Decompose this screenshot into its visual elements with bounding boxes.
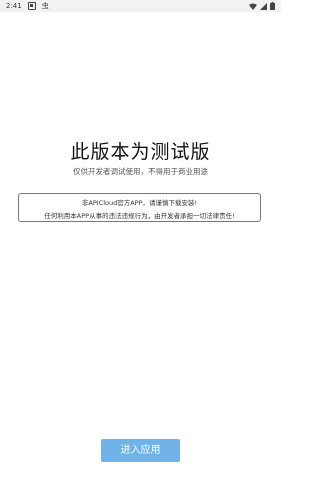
- battery-icon: [270, 2, 275, 10]
- page-title: 此版本为测试版: [70, 141, 211, 163]
- status-right: [249, 0, 275, 12]
- status-time: 2:41: [6, 2, 22, 10]
- signal-icon: [260, 2, 267, 10]
- page-subtitle: 仅供开发者调试使用，不得用于商业用途: [73, 167, 208, 176]
- notification-icon: [27, 2, 36, 10]
- app-notification-icon: 虫: [41, 2, 49, 10]
- wifi-icon: [249, 3, 257, 10]
- notice-box: 非APICloud官方APP，请谨慎下载安装! 任何利用本APP从事的违法违规行…: [18, 193, 261, 222]
- notice-line-1: 非APICloud官方APP，请谨慎下载安装!: [81, 199, 198, 207]
- screen: 2:41 虫 此版本为测试版 仅供开发者调试使用，不得用于商业用途 非APICl…: [0, 0, 281, 500]
- enter-app-button[interactable]: 进入应用: [101, 439, 180, 462]
- notice-line-2: 任何利用本APP从事的违法违规行为，由开发者承担一切法律责任!: [44, 212, 235, 220]
- status-left: 2:41 虫: [6, 0, 49, 12]
- status-bar: 2:41 虫: [0, 0, 281, 12]
